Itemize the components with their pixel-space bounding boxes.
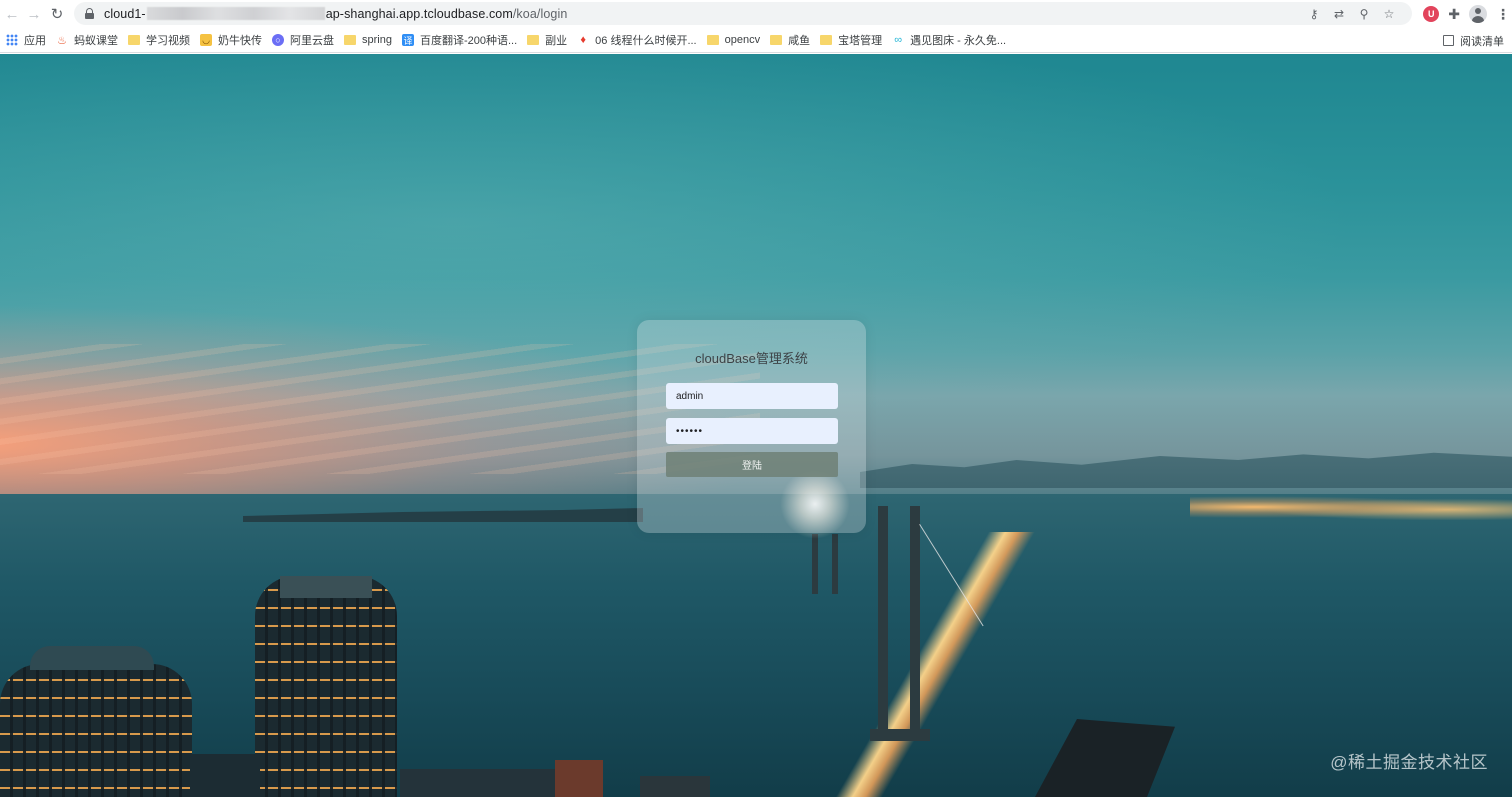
reading-list-button[interactable]: 阅读清单 — [1443, 28, 1504, 53]
bookmark-folder[interactable]: opencv — [703, 30, 766, 50]
extensions-puzzle-icon[interactable]: ✚ — [1448, 6, 1460, 23]
folder-icon — [820, 35, 833, 45]
bookmark-item[interactable]: ♦ 06 线程什么时候开... — [573, 30, 702, 50]
bookmark-folder[interactable]: 学习视频 — [124, 30, 196, 50]
url-text[interactable]: cloud1- ap-shanghai.app.tcloudbase.com /… — [104, 7, 567, 21]
folder-icon — [344, 35, 356, 45]
apps-grid-icon — [6, 34, 18, 46]
forward-arrow-icon[interactable]: → — [22, 2, 46, 26]
login-page-background: cloudBase管理系统 登陆 @稀土掘金技术社区 — [0, 54, 1512, 797]
folder-icon — [527, 35, 540, 45]
folder-icon — [770, 35, 783, 45]
bookmark-label: 06 线程什么时候开... — [595, 35, 697, 47]
link-icon: ∞ — [892, 34, 905, 46]
zoom-icon[interactable]: ⚲ — [1357, 7, 1371, 21]
bookmarks-bar: 应用 ♨ 蚂蚁课堂 学习视频 ◡ 奶牛快传 ○ 阿里云盘 spring 译 百度… — [0, 28, 1512, 53]
bookmark-label: 副业 — [545, 35, 568, 47]
menu-kebab-icon[interactable]: ⋮ — [1496, 6, 1510, 23]
brick-building — [555, 760, 603, 797]
bookmark-label: opencv — [724, 34, 761, 46]
login-card: cloudBase管理系统 登陆 — [637, 320, 866, 533]
profile-avatar-icon[interactable] — [1469, 5, 1487, 23]
folder-icon — [706, 35, 719, 45]
bookmark-label: 遇见图床 - 永久免... — [910, 35, 1007, 47]
bookmark-label: 奶牛快传 — [218, 35, 262, 47]
round-building — [0, 664, 192, 797]
bridge-tower — [910, 506, 920, 736]
star-icon[interactable]: ☆ — [1382, 7, 1396, 21]
bookmark-item[interactable]: ♨ 蚂蚁课堂 — [52, 30, 124, 50]
key-icon[interactable]: ⚷ — [1307, 7, 1321, 21]
low-building — [190, 754, 260, 797]
cow-icon: ◡ — [200, 34, 212, 46]
baidu-translate-icon: 译 — [401, 34, 414, 46]
url-redacted — [146, 7, 325, 20]
address-bar[interactable]: cloud1- ap-shanghai.app.tcloudbase.com /… — [74, 2, 1412, 25]
bookmark-item[interactable]: ○ 阿里云盘 — [268, 30, 340, 50]
browser-toolbar: ← → ↻ cloud1- ap-shanghai.app.tcloudbase… — [0, 0, 1512, 28]
bookmark-item[interactable]: ◡ 奶牛快传 — [196, 30, 268, 50]
bookmark-folder[interactable]: 宝塔管理 — [816, 30, 888, 50]
bookmark-label: spring — [362, 34, 392, 46]
bridge-tower — [812, 534, 818, 594]
bookmark-item[interactable]: ∞ 遇见图床 - 永久免... — [888, 30, 1012, 50]
reading-list-icon — [1443, 35, 1454, 46]
aliyun-drive-icon: ○ — [272, 34, 284, 46]
bridge-tower — [832, 534, 838, 594]
bookmark-folder[interactable]: 咸鱼 — [766, 30, 816, 50]
username-input[interactable] — [666, 383, 838, 409]
watermark: @稀土掘金技术社区 — [1330, 753, 1488, 772]
bridge-tower-base — [870, 729, 930, 741]
login-title: cloudBase管理系统 — [695, 351, 808, 366]
extension-badge-icon[interactable]: U — [1423, 6, 1440, 22]
low-building — [640, 776, 710, 797]
reading-list-label: 阅读清单 — [1460, 35, 1504, 48]
bookmark-label: 应用 — [24, 35, 46, 47]
round-building-roof — [30, 646, 154, 670]
url-prefix: cloud1- — [104, 6, 146, 21]
ant-icon: ♨ — [56, 34, 68, 47]
url-path: /koa/login — [512, 6, 568, 21]
bookmark-apps[interactable]: 应用 — [2, 30, 52, 50]
back-arrow-icon[interactable]: ← — [0, 2, 24, 26]
tower-building — [255, 576, 397, 797]
bookmark-label: 宝塔管理 — [838, 35, 883, 47]
tower-roof — [280, 576, 372, 598]
bay-water — [0, 494, 1512, 797]
url-domain: ap-shanghai.app.tcloudbase.com — [325, 6, 513, 21]
lock-icon[interactable] — [84, 8, 95, 19]
login-button[interactable]: 登陆 — [666, 452, 838, 477]
low-building — [400, 769, 560, 797]
bookmark-label: 咸鱼 — [788, 35, 811, 47]
bookmark-label: 蚂蚁课堂 — [74, 35, 118, 47]
reload-icon[interactable]: ↻ — [45, 2, 69, 26]
bookmark-label: 阿里云盘 — [290, 35, 334, 47]
city-lights — [1190, 494, 1512, 520]
bookmark-item[interactable]: 译 百度翻译-200种语... — [398, 30, 523, 50]
bookmark-folder[interactable]: 副业 — [523, 30, 573, 50]
password-input[interactable] — [666, 418, 838, 444]
bridge-tower — [878, 506, 888, 736]
translate-icon[interactable]: ⇄ — [1332, 7, 1346, 21]
bookmark-folder[interactable]: spring — [340, 30, 398, 50]
fire-icon: ♦ — [577, 34, 590, 46]
bookmark-label: 百度翻译-200种语... — [419, 35, 518, 47]
bookmark-label: 学习视频 — [146, 35, 190, 47]
folder-icon — [128, 35, 140, 45]
